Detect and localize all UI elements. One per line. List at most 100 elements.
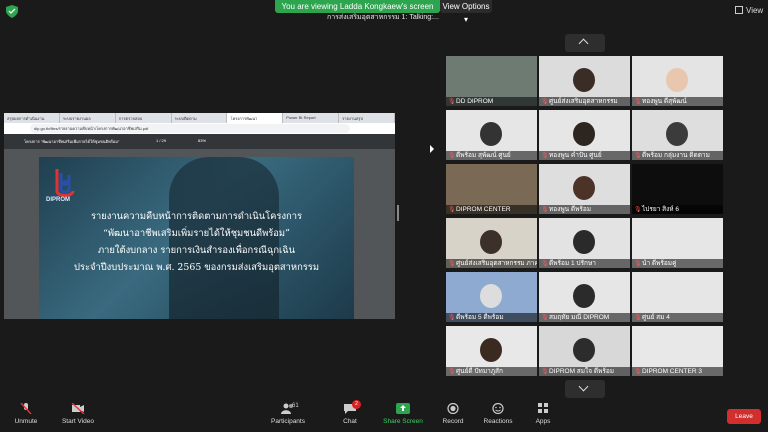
video-off-icon — [71, 403, 85, 414]
participant-tile[interactable]: 🎙 ไปรยา สิงห์ 6 — [632, 164, 723, 214]
share-screen-button[interactable]: Share Screen — [377, 403, 429, 425]
top-bar: You are viewing Ladda Kongkaew's screen … — [0, 0, 768, 24]
view-options-button[interactable]: View Options ▾ — [440, 0, 492, 24]
scroll-up-button[interactable] — [565, 34, 605, 52]
record-icon — [447, 403, 459, 414]
presentation-slide: DIPROM รายงานความคืบหน้าการติดตามการดำเน… — [39, 157, 354, 319]
participant-name: 🎙 ศูนย์ สม 4 — [632, 313, 723, 322]
mic-muted-icon: 🎙 — [634, 99, 642, 105]
scroll-down-button[interactable] — [565, 380, 605, 398]
participant-tile[interactable]: 🎙 ทองพูน คำปัน ศูนย์ — [539, 110, 630, 160]
participant-name: 🎙 ไปรยา สิงห์ 6 — [632, 205, 723, 214]
participant-tile[interactable]: 🎙 ดีพร้อม สุพัฒน์ ศูนย์ — [446, 110, 537, 160]
browser-tab[interactable]: ระบบรายงานผล — [60, 113, 116, 123]
participant-tile[interactable]: 🎙 DIPROM CENTER 3 — [632, 326, 723, 376]
participant-tile[interactable]: 🎙 ศูนย์ดี ปัทมาภูสัก — [446, 326, 537, 376]
participant-name: 🎙 นำ ดีพร้อมคู่ — [632, 259, 723, 268]
leave-button[interactable]: Leave — [727, 409, 761, 424]
browser-tab[interactable]: สรุปผลการดำเนินงาน — [4, 113, 60, 123]
participant-name: 🎙 สมฤทัย มณี DIPROM — [539, 313, 630, 322]
browser-tab-active[interactable]: โครงการพัฒนา — [227, 113, 284, 123]
pdf-zoom[interactable]: 83% — [198, 138, 206, 143]
mic-muted-icon: 🎙 — [448, 99, 456, 105]
participant-name: 🎙 ดีพร้อม กลุ่มงาน ติดตาม — [632, 151, 723, 160]
chevron-up-icon — [578, 38, 589, 49]
browser-tab[interactable]: การตรวจสอบ — [116, 113, 172, 123]
mic-muted-icon: 🎙 — [541, 261, 549, 267]
mic-muted-icon: 🎙 — [448, 369, 456, 375]
participant-tile[interactable]: 🎙 ศูนย์ส่งเสริมอุตสาหกรรม — [539, 56, 630, 106]
apps-button[interactable]: Apps — [517, 403, 569, 425]
participant-name: 🎙 ศูนย์ส่งเสริมอุตสาหกรรม ภาค — [446, 259, 537, 268]
participant-name: 🎙 ดีพร้อม สุพัฒน์ ศูนย์ — [446, 151, 537, 160]
participant-avatar — [480, 338, 502, 362]
participant-tile[interactable]: 🎙 ดีพร้อม กลุ่มงาน ติดตาม — [632, 110, 723, 160]
shield-icon[interactable] — [6, 5, 18, 18]
participant-tile[interactable]: 🎙 ทองพูน ดีพร้อม — [539, 164, 630, 214]
participant-tile[interactable]: 🎙 ดีพร้อม 5 ดีพร้อม — [446, 272, 537, 322]
participant-tile[interactable]: 🎙 DD DIPROM — [446, 56, 537, 106]
participant-avatar — [666, 68, 688, 92]
browser-tab[interactable]: ระบบติดตาม — [172, 113, 228, 123]
slide-title-line: รายงานความคืบหน้าการติดตามการดำเนินโครงก… — [90, 211, 303, 222]
pdf-page-indicator[interactable]: 1 / 29 — [156, 138, 166, 143]
mic-muted-icon: 🎙 — [448, 153, 456, 159]
mic-muted-icon: 🎙 — [634, 153, 642, 159]
talking-indicator: การส่งเสริมอุตสาหกรรม 1: Talking:... — [327, 14, 439, 21]
participant-tile[interactable]: 🎙 DIPROM CENTER — [446, 164, 537, 214]
grid-icon — [735, 6, 743, 14]
pdf-toolbar: โครงการ "พัฒนาอาชีพเสริมเพิ่มรายได้ให้ชุ… — [4, 134, 395, 149]
participant-name: 🎙 ทองพูน คำปัน ศูนย์ — [539, 151, 630, 160]
participant-name: 🎙 DIPROM สมใจ ดีพร้อม — [539, 367, 630, 376]
mic-muted-icon — [20, 403, 32, 414]
participants-count: 61 — [292, 403, 299, 409]
participant-name: 🎙 DIPROM CENTER — [446, 205, 537, 214]
participant-name: 🎙 ทองพูน ดีพร้อม — [539, 205, 630, 214]
unmute-button[interactable]: Unmute — [0, 403, 52, 425]
participant-tile[interactable]: 🎙 สมฤทัย มณี DIPROM — [539, 272, 630, 322]
chat-badge: 2 — [352, 400, 361, 409]
logo-text: DIPROM — [46, 197, 70, 203]
participant-name: 🎙 DIPROM CENTER 3 — [632, 367, 723, 376]
chevron-down-icon — [578, 381, 589, 392]
participants-button[interactable]: 61 Participants — [262, 403, 314, 425]
participant-name: 🎙 ทองพูน ดีสุพัฒน์ — [632, 97, 723, 106]
participant-tile[interactable]: 🎙 ทองพูน ดีสุพัฒน์ — [632, 56, 723, 106]
slide-title-line: ประจำปีงบประมาณ พ.ศ. 2565 ของกรมส่งเสริม… — [73, 262, 320, 273]
start-video-button[interactable]: Start Video — [52, 403, 104, 425]
participant-tile[interactable]: 🎙 ศูนย์ สม 4 — [632, 272, 723, 322]
view-button[interactable]: View — [735, 6, 763, 15]
participant-tile[interactable]: 🎙 ดีพร้อม 1 ปรักษา — [539, 218, 630, 268]
mic-muted-icon: 🎙 — [541, 207, 549, 213]
participant-avatar — [666, 122, 688, 146]
participant-avatar — [480, 230, 502, 254]
chat-button[interactable]: 2 Chat — [324, 400, 376, 425]
mic-muted-icon: 🎙 — [634, 369, 642, 375]
slide-title-line: ภายใต้งบกลาง รายการเงินสำรองเพื่อกรณีฉุก… — [97, 245, 296, 256]
mic-muted-icon: 🎙 — [448, 315, 456, 321]
meeting-toolbar: Unmute Start Video 61 Participants 2 Cha… — [0, 399, 768, 432]
browser-tab[interactable]: รายงานสรุป — [339, 113, 396, 123]
mic-muted-icon: 🎙 — [541, 99, 549, 105]
browser-tab[interactable]: Power BI Report — [283, 113, 340, 123]
participant-tile[interactable]: 🎙 ศูนย์ส่งเสริมอุตสาหกรรม ภาค — [446, 218, 537, 268]
participant-name: 🎙 ศูนย์ส่งเสริมอุตสาหกรรม — [539, 97, 630, 106]
shared-screen: สรุปผลการดำเนินงาน ระบบรายงานผล การตรวจส… — [4, 113, 396, 319]
browser-tabs: สรุปผลการดำเนินงาน ระบบรายงานผล การตรวจส… — [4, 113, 396, 123]
pdf-filename: โครงการ "พัฒนาอาชีพเสริมเพิ่มรายได้ให้ชุ… — [24, 139, 120, 144]
participant-avatar — [480, 284, 502, 308]
participant-name: 🎙 ดีพร้อม 5 ดีพร้อม — [446, 313, 537, 322]
mic-muted-icon: 🎙 — [541, 153, 549, 159]
mouse-pointer-icon — [430, 145, 434, 153]
reactions-icon — [492, 403, 504, 414]
slide-title-line: “พัฒนาอาชีพเสริมเพิ่มรายได้ให้ชุมชนดีพร้… — [103, 228, 290, 239]
participant-avatar — [573, 68, 595, 92]
participant-tile[interactable]: 🎙 นำ ดีพร้อมคู่ — [632, 218, 723, 268]
url-input[interactable]: dip.go.th/files/รายงานความคืบหน้า/โครงกา… — [30, 124, 350, 133]
apps-icon — [538, 403, 548, 413]
participant-tile[interactable]: 🎙 DIPROM สมใจ ดีพร้อม — [539, 326, 630, 376]
mic-muted-icon: 🎙 — [541, 315, 549, 321]
participant-name: 🎙 DD DIPROM — [446, 97, 537, 106]
pdf-viewer: DIPROM รายงานความคืบหน้าการติดตามการดำเน… — [4, 149, 395, 319]
resize-handle[interactable] — [397, 205, 399, 221]
